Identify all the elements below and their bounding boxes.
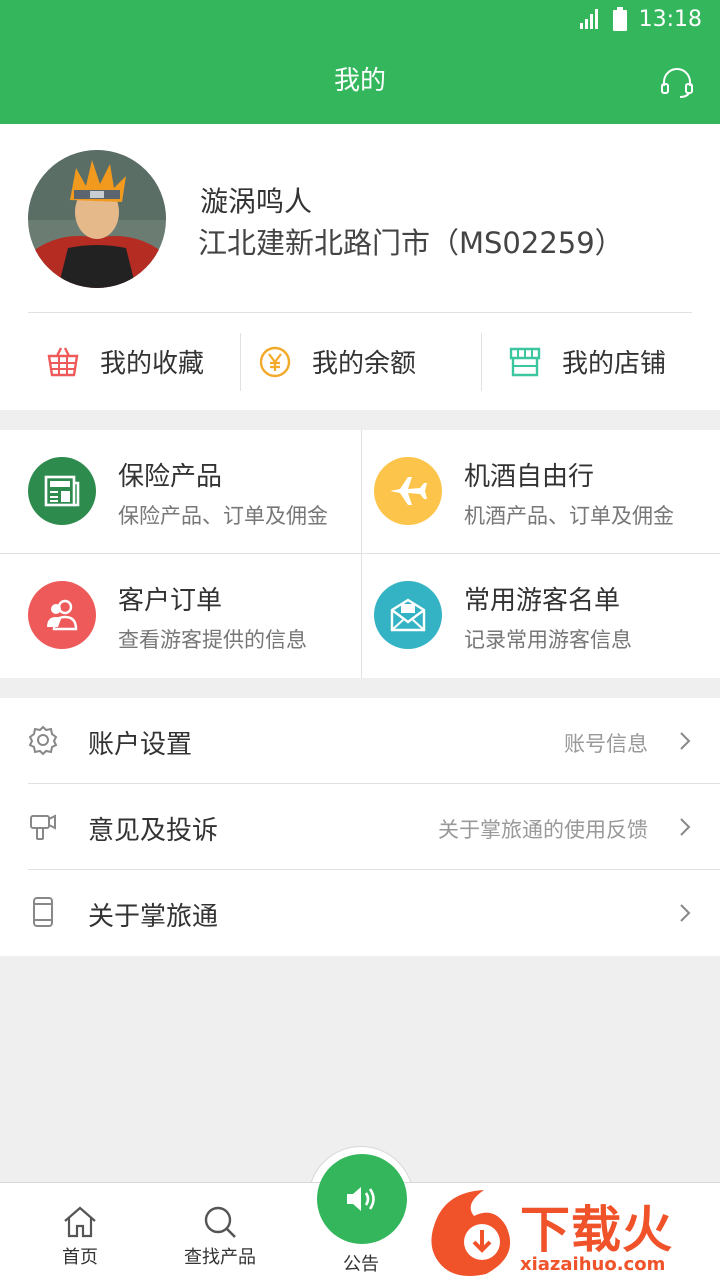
user-store: 江北建新北路门市（MS02259） (198, 226, 624, 260)
battery-icon (612, 7, 627, 31)
airplane-icon (390, 477, 427, 505)
page-title: 我的 (333, 66, 386, 96)
status-time: 13:18 (638, 6, 702, 32)
tab-home[interactable]: 首页 (40, 1183, 120, 1280)
service-icon-bg (28, 581, 96, 649)
quick-links: 我的收藏 我的余额 我的店铺 (0, 313, 720, 410)
service-icon-bg (374, 457, 442, 525)
watermark-url: xiazaihuo.com (520, 1254, 666, 1275)
headset-icon[interactable] (660, 68, 694, 98)
newspaper-icon (44, 475, 80, 507)
settings-hint: 账号信息 (564, 732, 648, 756)
service-insurance[interactable]: 保险产品 保险产品、订单及佣金 (0, 430, 360, 554)
yen-icon (259, 346, 291, 377)
settings-label: 账户设置 (88, 730, 193, 760)
app-header: 我的 (0, 38, 720, 124)
service-customer-orders[interactable]: 客户订单 查看游客提供的信息 (0, 554, 360, 678)
search-icon (204, 1206, 236, 1238)
notice-button[interactable] (317, 1154, 407, 1244)
users-icon (47, 599, 78, 631)
chevron-right-icon (680, 904, 691, 922)
settings-hint: 关于掌旅通的使用反馈 (438, 818, 648, 842)
quick-link-store[interactable]: 我的店铺 (508, 313, 666, 410)
chevron-right-icon (680, 732, 691, 750)
service-icon-bg (374, 581, 442, 649)
service-subtitle: 保险产品、订单及佣金 (118, 504, 328, 528)
tab-search[interactable]: 查找产品 (170, 1183, 270, 1280)
settings-row-feedback[interactable]: 意见及投诉 关于掌旅通的使用反馈 (0, 784, 720, 870)
service-grid: 保险产品 保险产品、订单及佣金 机酒自由行 机酒产品、订单及佣金 客户订单 查看… (0, 430, 720, 678)
grid-divider-horizontal (0, 553, 720, 554)
quick-link-label: 我的店铺 (562, 349, 667, 379)
speaker-icon (347, 1187, 375, 1211)
settings-row-account[interactable]: 账户设置 账号信息 (0, 698, 720, 784)
grid-divider-vertical (361, 430, 362, 678)
status-bar: 13:18 (0, 0, 720, 38)
envelope-icon (390, 598, 426, 632)
settings-label: 意见及投诉 (88, 816, 219, 846)
quick-divider (240, 333, 241, 391)
quick-link-label: 我的收藏 (100, 349, 205, 379)
service-title: 客户订单 (118, 586, 223, 616)
signal-icon (579, 9, 598, 29)
user-name: 漩涡鸣人 (200, 185, 313, 218)
megaphone-icon (30, 814, 56, 840)
settings-list: 账户设置 账号信息 意见及投诉 关于掌旅通的使用反馈 关于掌旅通 (0, 698, 720, 956)
basket-icon (47, 346, 79, 376)
service-icon-bg (28, 457, 96, 525)
gear-icon (28, 725, 58, 756)
service-title: 保险产品 (118, 462, 223, 492)
settings-label: 关于掌旅通 (88, 902, 219, 932)
avatar[interactable] (28, 150, 166, 288)
watermark-text: 下载火 (520, 1201, 673, 1259)
service-title: 常用游客名单 (464, 586, 621, 616)
quick-link-favorites[interactable]: 我的收藏 (46, 313, 204, 410)
quick-divider (481, 333, 482, 391)
store-icon (509, 347, 541, 376)
service-title: 机酒自由行 (464, 462, 595, 492)
service-subtitle: 机酒产品、订单及佣金 (464, 504, 674, 528)
service-subtitle: 查看游客提供的信息 (118, 628, 307, 652)
home-icon (64, 1206, 96, 1238)
profile-card: 漩涡鸣人 江北建新北路门市（MS02259） 我的收藏 我的余额 我的店铺 (0, 124, 720, 410)
phone-icon (33, 897, 53, 927)
quick-link-balance[interactable]: 我的余额 (258, 313, 416, 410)
tab-notice-label: 公告 (343, 1254, 379, 1275)
service-subtitle: 记录常用游客信息 (464, 628, 632, 652)
tab-label: 首页 (62, 1247, 98, 1268)
service-frequent-travelers[interactable]: 常用游客名单 记录常用游客信息 (362, 554, 720, 678)
service-flight-hotel[interactable]: 机酒自由行 机酒产品、订单及佣金 (362, 430, 720, 554)
quick-link-label: 我的余额 (312, 349, 417, 379)
chevron-right-icon (680, 818, 691, 836)
tab-label: 查找产品 (184, 1247, 256, 1268)
settings-row-about[interactable]: 关于掌旅通 (0, 870, 720, 956)
